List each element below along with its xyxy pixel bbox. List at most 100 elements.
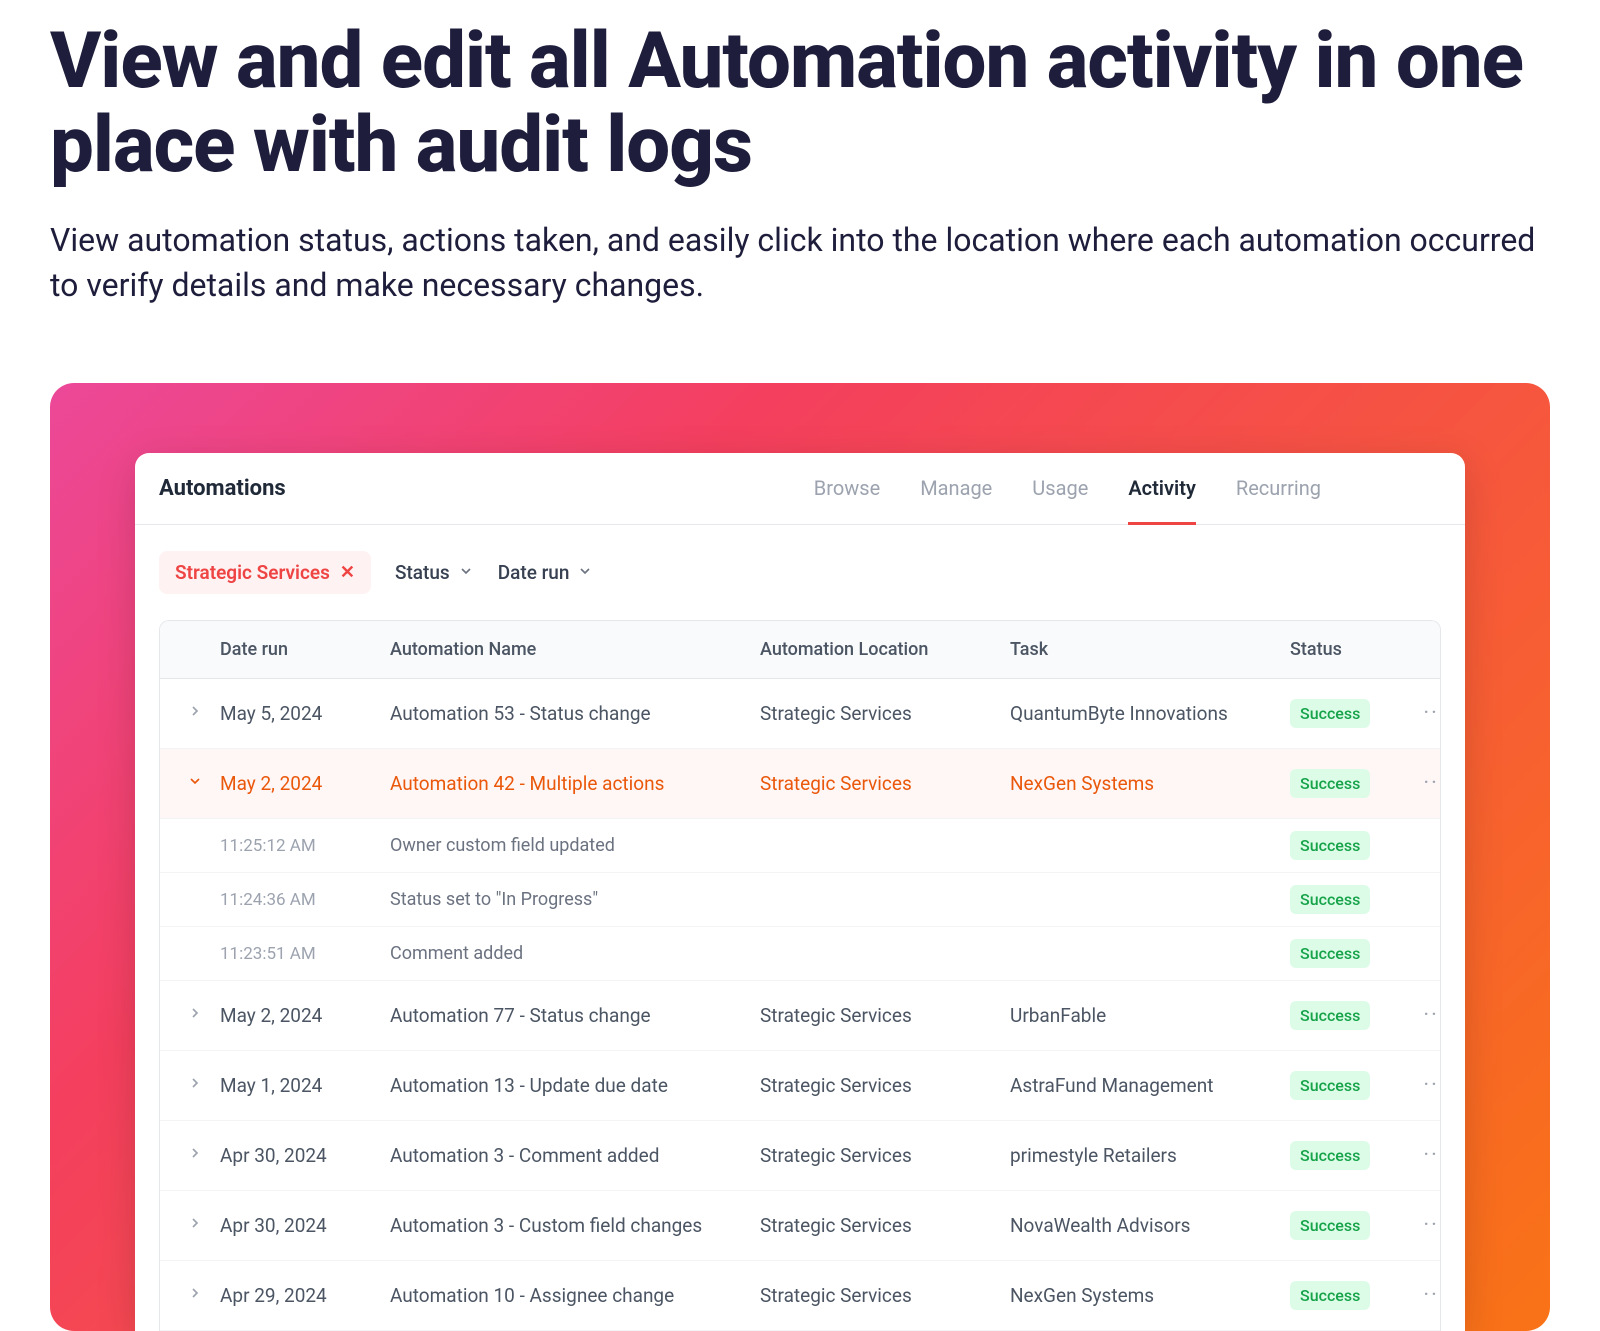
cell-status: Success: [1290, 939, 1410, 968]
table-row[interactable]: Apr 29, 2024Automation 10 - Assignee cha…: [160, 1261, 1440, 1331]
app-window: Automations Browse Manage Usage Activity Rec…: [135, 453, 1465, 1331]
chevron-right-icon[interactable]: [170, 1145, 220, 1166]
cell-status: Success: [1290, 885, 1410, 914]
tab-usage[interactable]: Usage: [1032, 454, 1088, 525]
cell-location: Strategic Services: [760, 1144, 1010, 1167]
chevron-right-icon[interactable]: [170, 1215, 220, 1236]
status-badge: Success: [1290, 699, 1370, 728]
cell-name: Automation 3 - Custom field changes: [390, 1214, 760, 1237]
table-subrow: 11:24:36 AMStatus set to "In Progress"Su…: [160, 873, 1440, 927]
cell-date: Apr 30, 2024: [220, 1214, 390, 1237]
status-badge: Success: [1290, 769, 1370, 798]
subrow-action: Owner custom field updated: [390, 835, 760, 856]
status-badge: Success: [1290, 1071, 1370, 1100]
col-location: Automation Location: [760, 639, 1010, 660]
cell-location: Strategic Services: [760, 1284, 1010, 1307]
cell-location: Strategic Services: [760, 1004, 1010, 1027]
cell-status: Success: [1290, 831, 1410, 860]
app-header: Automations Browse Manage Usage Activity Rec…: [135, 453, 1465, 525]
more-icon[interactable]: ···: [1410, 1143, 1441, 1168]
cell-status: Success: [1290, 1211, 1410, 1240]
more-icon[interactable]: ···: [1410, 1003, 1441, 1028]
table-row[interactable]: May 1, 2024Automation 13 - Update due da…: [160, 1051, 1440, 1121]
cell-task: QuantumByte Innovations: [1010, 702, 1290, 725]
cell-date: May 2, 2024: [220, 1004, 390, 1027]
cell-task: NexGen Systems: [1010, 772, 1290, 795]
cell-status: Success: [1290, 1001, 1410, 1030]
cell-date: Apr 29, 2024: [220, 1284, 390, 1307]
cell-task: NexGen Systems: [1010, 1284, 1290, 1307]
more-icon[interactable]: ···: [1410, 1283, 1441, 1308]
cell-date: May 5, 2024: [220, 702, 390, 725]
page-subtitle: View automation status, actions taken, a…: [50, 218, 1550, 308]
table-header: Date run Automation Name Automation Loca…: [160, 621, 1440, 679]
tab-browse[interactable]: Browse: [814, 454, 880, 525]
tab-activity[interactable]: Activity: [1128, 454, 1196, 525]
status-badge: Success: [1290, 1001, 1370, 1030]
more-icon[interactable]: ···: [1410, 701, 1441, 726]
filter-status[interactable]: Status: [395, 561, 474, 584]
table-subrow: 11:23:51 AMComment added Success: [160, 927, 1440, 981]
chevron-right-icon[interactable]: [170, 703, 220, 724]
cell-name: Automation 3 - Comment added: [390, 1144, 760, 1167]
page-title: View and edit all Automation activity in…: [50, 20, 1550, 188]
cell-task: UrbanFable: [1010, 1004, 1290, 1027]
status-badge: Success: [1290, 831, 1370, 860]
filter-chip-location[interactable]: Strategic Services ✕: [159, 551, 371, 594]
status-badge: Success: [1290, 1141, 1370, 1170]
cell-status: Success: [1290, 1281, 1410, 1310]
cell-name: Automation 42 - Multiple actions: [390, 772, 760, 795]
subrow-action: Status set to "In Progress": [390, 889, 760, 910]
table-row[interactable]: May 2, 2024Automation 77 - Status change…: [160, 981, 1440, 1051]
cell-status: Success: [1290, 769, 1410, 798]
subrow-action: Comment added: [390, 943, 760, 964]
status-badge: Success: [1290, 885, 1370, 914]
filter-date-run[interactable]: Date run: [498, 561, 594, 584]
cell-task: AstraFund Management: [1010, 1074, 1290, 1097]
cell-location: Strategic Services: [760, 1074, 1010, 1097]
cell-name: Automation 10 - Assignee change: [390, 1284, 760, 1307]
table-row[interactable]: May 5, 2024Automation 53 - Status change…: [160, 679, 1440, 749]
status-badge: Success: [1290, 1211, 1370, 1240]
filter-date-label: Date run: [498, 561, 570, 584]
cell-location: Strategic Services: [760, 1214, 1010, 1237]
cell-date: May 2, 2024: [220, 772, 390, 795]
chevron-down-icon[interactable]: [170, 773, 220, 794]
activity-table: Date run Automation Name Automation Loca…: [159, 620, 1441, 1331]
table-row[interactable]: Apr 30, 2024Automation 3 - Custom field …: [160, 1191, 1440, 1261]
more-icon[interactable]: ···: [1410, 1213, 1441, 1238]
col-task: Task: [1010, 639, 1290, 660]
cell-status: Success: [1290, 699, 1410, 728]
status-badge: Success: [1290, 939, 1370, 968]
chevron-right-icon[interactable]: [170, 1005, 220, 1026]
tab-recurring[interactable]: Recurring: [1236, 454, 1321, 525]
filter-status-label: Status: [395, 561, 450, 584]
cell-date: Apr 30, 2024: [220, 1144, 390, 1167]
app-title: Automations: [159, 476, 286, 501]
cell-name: Automation 13 - Update due date: [390, 1074, 760, 1097]
tabs: Browse Manage Usage Activity Recurring: [814, 453, 1321, 524]
more-icon[interactable]: ···: [1410, 771, 1441, 796]
more-icon[interactable]: ···: [1410, 1073, 1441, 1098]
cell-task: NovaWealth Advisors: [1010, 1214, 1290, 1237]
cell-name: Automation 77 - Status change: [390, 1004, 760, 1027]
table-row[interactable]: Apr 30, 2024Automation 3 - Comment added…: [160, 1121, 1440, 1191]
chevron-right-icon[interactable]: [170, 1285, 220, 1306]
tab-manage[interactable]: Manage: [920, 454, 992, 525]
table-subrow: 11:25:12 AMOwner custom field updated Suc…: [160, 819, 1440, 873]
cell-date: May 1, 2024: [220, 1074, 390, 1097]
close-icon[interactable]: ✕: [340, 562, 355, 583]
table-row[interactable]: May 2, 2024Automation 42 - Multiple acti…: [160, 749, 1440, 819]
filter-chip-label: Strategic Services: [175, 561, 330, 584]
subrow-time: 11:25:12 AM: [220, 836, 390, 856]
subrow-time: 11:23:51 AM: [220, 944, 390, 964]
filters-bar: Strategic Services ✕ Status Date run: [135, 525, 1465, 620]
cell-name: Automation 53 - Status change: [390, 702, 760, 725]
cell-status: Success: [1290, 1141, 1410, 1170]
status-badge: Success: [1290, 1281, 1370, 1310]
col-name: Automation Name: [390, 639, 760, 660]
screenshot-frame: Automations Browse Manage Usage Activity Rec…: [50, 383, 1550, 1331]
chevron-right-icon[interactable]: [170, 1075, 220, 1096]
chevron-down-icon: [577, 561, 593, 584]
col-date: Date run: [220, 639, 390, 660]
